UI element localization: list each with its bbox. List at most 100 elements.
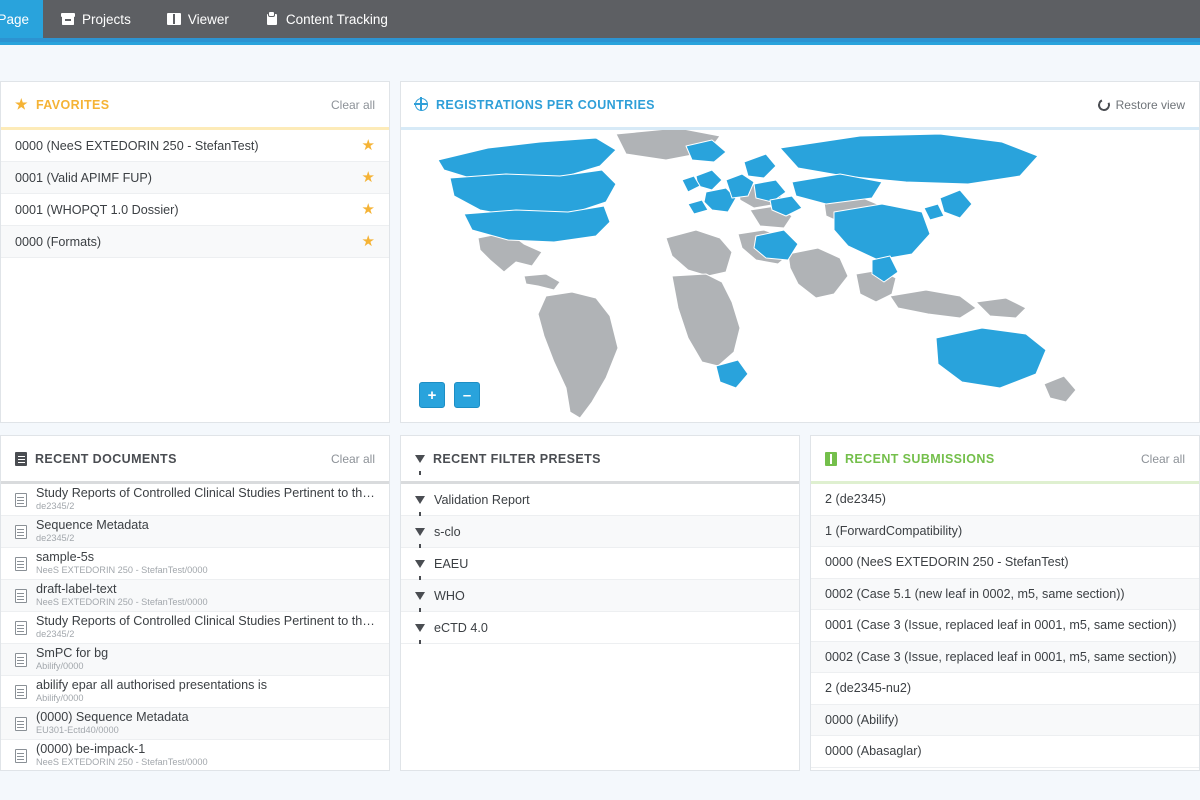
- list-item[interactable]: 0000 (NeeS EXTEDORIN 250 - StefanTest): [811, 547, 1199, 579]
- filter-preset-label: EAEU: [434, 556, 469, 571]
- list-item[interactable]: sample-5s NeeS EXTEDORIN 250 - StefanTest…: [1, 548, 389, 580]
- filter-icon: [415, 527, 425, 548]
- submission-label: 0002 (Case 3 (Issue, replaced leaf in 00…: [825, 649, 1177, 664]
- list-item[interactable]: EAEU: [401, 548, 799, 580]
- tab-content-tracking[interactable]: Content Tracking: [247, 0, 406, 38]
- document-text: abilify epar all authorised presentation…: [36, 678, 267, 704]
- list-item[interactable]: SmPC for bg Abilify/0000: [1, 644, 389, 676]
- recent-submissions-clear-all-button[interactable]: Clear all: [1141, 452, 1185, 466]
- favorites-panel: ★ FAVORITES Clear all 0000 (NeeS EXTEDOR…: [0, 81, 390, 423]
- document-icon: [15, 620, 27, 635]
- list-item[interactable]: WHO: [401, 580, 799, 612]
- document-name: sample-5s: [36, 550, 95, 565]
- document-icon: [15, 451, 27, 466]
- list-item[interactable]: Sequence Metadata de2345/2: [1, 516, 389, 548]
- world-map-svg: [437, 130, 1077, 419]
- filter-icon: [415, 623, 425, 644]
- list-item[interactable]: 2 (de2345-nu2): [811, 673, 1199, 705]
- indonesia: [889, 289, 977, 319]
- list-item[interactable]: eCTD 4.0: [401, 612, 799, 644]
- filter-icon: [415, 591, 425, 612]
- list-item[interactable]: s-clo: [401, 516, 799, 548]
- document-icon: [15, 716, 27, 731]
- submission-label: 0002 (Case 5.1 (new leaf in 0002, m5, sa…: [825, 586, 1125, 601]
- star-icon[interactable]: ★: [362, 138, 375, 153]
- submission-label: 1 (ForwardCompatibility): [825, 523, 963, 538]
- list-item[interactable]: Study Reports of Controlled Clinical Stu…: [1, 484, 389, 516]
- document-path: de2345/2: [36, 628, 75, 639]
- star-icon[interactable]: ★: [362, 202, 375, 217]
- recent-filter-presets-title-text: RECENT FILTER PRESETS: [433, 451, 601, 466]
- document-icon: [15, 748, 27, 763]
- list-item[interactable]: 1 (ForwardCompatibility): [811, 515, 1199, 547]
- tab-viewer[interactable]: Viewer: [149, 0, 247, 38]
- document-path: NeeS EXTEDORIN 250 - StefanTest/0000: [36, 564, 208, 575]
- central-america: [523, 273, 561, 291]
- submission-label: 2 (de2345-nu2): [825, 681, 912, 696]
- document-icon: [15, 652, 27, 667]
- favorites-title-text: FAVORITES: [35, 97, 110, 112]
- document-name: (0000) be-impack-1: [36, 742, 146, 757]
- star-icon[interactable]: ★: [362, 170, 375, 185]
- document-text: SmPC for bg Abilify/0000: [36, 646, 108, 672]
- map-title-text: REGISTRATIONS PER COUNTRIES: [436, 97, 655, 112]
- star-icon: ★: [15, 96, 28, 112]
- star-icon[interactable]: ★: [362, 234, 375, 249]
- recent-submissions-title-text: RECENT SUBMISSIONS: [845, 451, 995, 466]
- recent-documents-clear-all-button[interactable]: Clear all: [331, 452, 375, 466]
- list-item[interactable]: draft-label-text NeeS EXTEDORIN 250 - Ste…: [1, 580, 389, 612]
- list-item[interactable]: 0002 (Case 3 (Issue, replaced leaf in 00…: [811, 641, 1199, 673]
- document-path: NeeS EXTEDORIN 250 - StefanTest/0000: [36, 596, 208, 607]
- tab-projects[interactable]: Projects: [43, 0, 149, 38]
- filter-preset-label: WHO: [434, 588, 465, 603]
- refresh-icon: [1095, 96, 1112, 113]
- document-path: de2345/2: [36, 500, 75, 511]
- recent-submissions-header: RECENT SUBMISSIONS Clear all: [811, 436, 1199, 481]
- list-item[interactable]: (0000) be-impack-1 NeeS EXTEDORIN 250 - S…: [1, 740, 389, 770]
- list-item[interactable]: 0000 (NeeS EXTEDORIN 250 - StefanTest) ★: [1, 130, 389, 162]
- map-zoom-out-button[interactable]: –: [454, 382, 480, 408]
- china: [833, 203, 931, 261]
- document-path: NeeS EXTEDORIN 250 - StefanTest/0000: [36, 756, 208, 767]
- list-item[interactable]: 0000 (Abilify): [811, 704, 1199, 736]
- list-item[interactable]: 0002 (Case 5.1 (new leaf in 0002, m5, sa…: [811, 578, 1199, 610]
- favorite-label: 0001 (Valid APIMF FUP): [15, 170, 152, 185]
- central-south-africa: [671, 273, 741, 367]
- document-icon: [15, 492, 27, 507]
- document-icon: [15, 556, 27, 571]
- tab-start-page[interactable]: art Page: [0, 0, 44, 38]
- list-item[interactable]: 2 (de2345): [811, 484, 1199, 516]
- map-header: REGISTRATIONS PER COUNTRIES Restore view: [401, 82, 1199, 127]
- document-text: Sequence Metadata de2345/2: [36, 518, 149, 544]
- list-item[interactable]: 0000 (Abasaglar): [811, 736, 1199, 768]
- filter-preset-label: Validation Report: [434, 492, 530, 507]
- recent-filter-presets-title: RECENT FILTER PRESETS: [415, 451, 601, 475]
- list-item[interactable]: 0001 (WHOPQT 1.0 Dossier) ★: [1, 194, 389, 226]
- list-item[interactable]: 0001 (Valid APIMF FUP) ★: [1, 162, 389, 194]
- list-item[interactable]: (0000) Sequence Metadata EU301-Ectd40/000…: [1, 708, 389, 740]
- document-path: de2345/2: [36, 532, 75, 543]
- list-item[interactable]: Validation Report: [401, 484, 799, 516]
- submission-label: 0000 (Abasaglar): [825, 744, 922, 759]
- map-zoom-in-button[interactable]: +: [419, 382, 445, 408]
- restore-view-button[interactable]: Restore view: [1095, 96, 1185, 113]
- list-item[interactable]: abilify epar all authorised presentation…: [1, 676, 389, 708]
- recent-submissions-panel: RECENT SUBMISSIONS Clear all 2 (de2345) 1…: [810, 435, 1200, 771]
- favorite-label: 0001 (WHOPQT 1.0 Dossier): [15, 202, 179, 217]
- scandinavia: [743, 153, 777, 179]
- russia: [779, 133, 1039, 185]
- list-item[interactable]: Study Reports of Controlled Clinical Stu…: [1, 612, 389, 644]
- india: [787, 247, 849, 299]
- tab-viewer-label: Viewer: [187, 11, 229, 27]
- document-path: Abilify/0000: [36, 660, 84, 671]
- favorites-clear-all-button[interactable]: Clear all: [331, 98, 375, 112]
- recent-documents-header: RECENT DOCUMENTS Clear all: [1, 436, 389, 481]
- recent-documents-title-text: RECENT DOCUMENTS: [35, 451, 177, 466]
- world-map[interactable]: + –: [401, 130, 1199, 422]
- recent-documents-title: RECENT DOCUMENTS: [15, 451, 177, 466]
- document-path: Abilify/0000: [36, 692, 84, 703]
- main-toolbar: art Page Projects Viewer Content Trackin…: [0, 0, 1200, 38]
- list-item[interactable]: 0000 (Formats) ★: [1, 226, 389, 258]
- clipboard-icon: [265, 12, 279, 26]
- list-item[interactable]: 0001 (Case 3 (Issue, replaced leaf in 00…: [811, 610, 1199, 642]
